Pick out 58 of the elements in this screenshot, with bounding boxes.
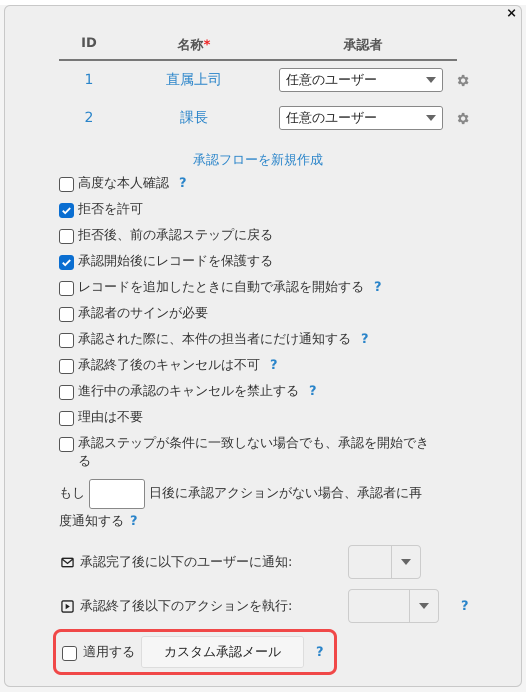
option-label: レコードを追加したときに自動で承認を開始する bbox=[78, 279, 364, 297]
approver-select[interactable]: 任意のユーザー bbox=[279, 106, 443, 130]
caret-icon bbox=[426, 77, 436, 83]
option-label: 進行中の承認のキャンセルを禁止する bbox=[78, 383, 299, 401]
caret-icon bbox=[401, 559, 411, 565]
checkbox[interactable] bbox=[59, 229, 74, 244]
step-name-link[interactable]: 直属上司 bbox=[119, 71, 269, 89]
close-button[interactable]: × bbox=[506, 6, 517, 21]
action-label: 承認終了後以下のアクションを執行: bbox=[80, 598, 294, 615]
caret-icon bbox=[419, 603, 429, 609]
option-label: 理由は不要 bbox=[78, 409, 143, 427]
option-label: 高度な本人確認 bbox=[78, 175, 169, 193]
step-id: 1 bbox=[84, 72, 94, 88]
checkbox[interactable] bbox=[59, 411, 74, 426]
option-label: 承認終了後のキャンセルは不可 bbox=[78, 357, 260, 375]
help-link[interactable]: ? bbox=[374, 279, 382, 297]
checkbox[interactable] bbox=[59, 203, 74, 218]
create-flow-link[interactable]: 承認フローを新規作成 bbox=[59, 151, 457, 169]
checkbox[interactable] bbox=[59, 307, 74, 322]
play-icon bbox=[61, 600, 74, 612]
mail-icon bbox=[61, 556, 74, 568]
help-link[interactable]: ? bbox=[270, 357, 278, 375]
checkbox[interactable] bbox=[59, 255, 74, 270]
column-header: 承認者 bbox=[342, 37, 384, 54]
option-label: 拒否後、前の承認ステップに戻る bbox=[78, 227, 273, 245]
option-label: 拒否を許可 bbox=[78, 201, 143, 219]
column-header: ID bbox=[80, 36, 98, 53]
checkbox[interactable] bbox=[59, 437, 74, 452]
checkbox[interactable] bbox=[59, 281, 74, 296]
checkbox[interactable] bbox=[59, 359, 74, 374]
checkbox[interactable] bbox=[62, 646, 77, 660]
column-header: 名称* bbox=[176, 37, 212, 54]
step-name-link[interactable]: 課長 bbox=[119, 109, 269, 127]
apply-label: 適用する bbox=[83, 644, 135, 661]
option-label: 承認開始後にレコードを保護する bbox=[78, 253, 273, 271]
help-link[interactable]: ? bbox=[361, 331, 369, 349]
help-link[interactable]: ? bbox=[316, 644, 324, 660]
settings-icon[interactable] bbox=[455, 72, 470, 88]
option-label: 承認ステップが条件に一致しない場合でも、承認を開始できる bbox=[78, 435, 430, 471]
checkbox[interactable] bbox=[59, 385, 74, 400]
settings-icon[interactable] bbox=[455, 110, 470, 126]
custom-mail-button[interactable]: カスタム承認メール bbox=[141, 636, 304, 668]
notify-label: 承認完了後に以下のユーザーに通知: bbox=[80, 554, 294, 571]
checkbox[interactable] bbox=[59, 177, 74, 192]
approver-select[interactable]: 任意のユーザー bbox=[279, 68, 443, 92]
days-input[interactable] bbox=[89, 479, 145, 509]
option-label: 承認者のサインが必要 bbox=[78, 305, 208, 323]
caret-icon bbox=[426, 115, 436, 121]
reminder-text: 日後に承認アクションがない場合、承認者に再 bbox=[149, 485, 422, 503]
checkbox[interactable] bbox=[59, 333, 74, 348]
option-label: 承認された際に、本件の担当者にだけ通知する bbox=[78, 331, 351, 349]
reminder-text: もし bbox=[59, 485, 85, 503]
help-link[interactable]: ? bbox=[309, 383, 317, 401]
reminder-text: 度通知する bbox=[59, 514, 124, 529]
help-link[interactable]: ? bbox=[179, 175, 187, 193]
help-link[interactable]: ? bbox=[461, 598, 469, 614]
step-id: 2 bbox=[84, 110, 94, 126]
help-link[interactable]: ? bbox=[130, 514, 138, 529]
